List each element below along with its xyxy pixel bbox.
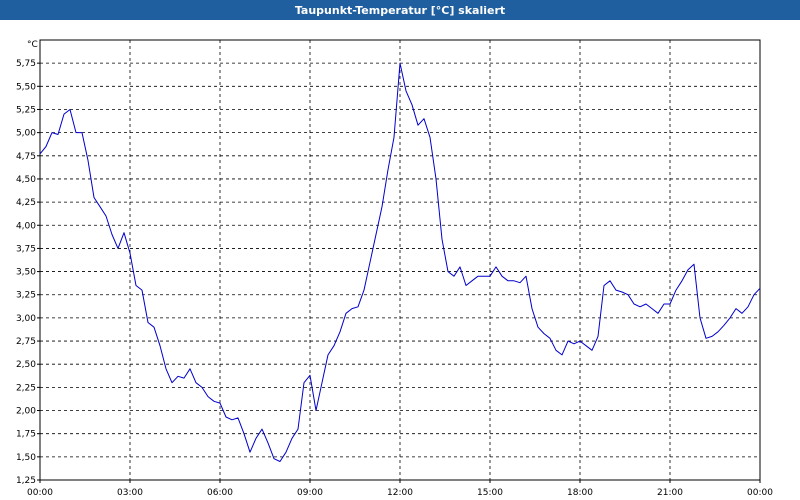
y-tick-label: 3,75 [16,244,36,254]
y-tick-label: 3,00 [16,314,36,324]
x-tick-time: 15:00 [477,488,503,498]
y-tick-label: 3,25 [16,291,36,301]
y-tick-label: 4,75 [16,152,36,162]
y-tick-label: 4,50 [16,175,36,185]
y-tick-label: 2,50 [16,360,36,370]
x-tick-time: 21:00 [657,488,683,498]
x-axis-ticks: 00:0007.03.1803:0007.03.1806:0007.03.180… [27,480,773,498]
x-tick-time: 18:00 [567,488,593,498]
y-axis-label: °C [27,40,38,50]
y-tick-label: 1,25 [16,476,36,486]
y-tick-label: 5,50 [16,82,36,92]
window-title: Taupunkt-Temperatur [°C] skaliert [294,3,506,17]
y-tick-label: 5,00 [16,129,36,139]
y-tick-label: 1,50 [16,453,36,463]
grid-lines [40,40,760,480]
chart-window: Taupunkt-Temperatur [°C] skaliert °C 1,2… [0,0,800,500]
x-tick-time: 00:00 [747,488,773,498]
y-tick-label: 2,00 [16,407,36,417]
x-tick-time: 00:00 [27,488,53,498]
x-tick-time: 03:00 [117,488,143,498]
y-tick-label: 4,00 [16,221,36,231]
y-tick-label: 5,75 [16,59,36,69]
y-tick-label: 2,25 [16,383,36,393]
y-axis-ticks: 1,25 1,50 1,75 2,00 2,25 2,50 2,75 3,00 3,25 3,50… [16,59,40,486]
y-tick-label: 2,75 [16,337,36,347]
y-tick-label: 1,75 [16,430,36,440]
x-tick-time: 09:00 [297,488,323,498]
window-titlebar: Taupunkt-Temperatur [°C] skaliert [0,0,800,20]
y-tick-label: 4,25 [16,198,36,208]
y-tick-label: 3,50 [16,268,36,278]
x-tick-time: 12:00 [387,488,413,498]
y-tick-label: 5,25 [16,105,36,115]
x-tick-time: 06:00 [207,488,233,498]
line-chart: °C 1,25 1,50 1,75 2,00 2,25 2,50 2,75 3,00 3,25 3… [16,39,773,498]
